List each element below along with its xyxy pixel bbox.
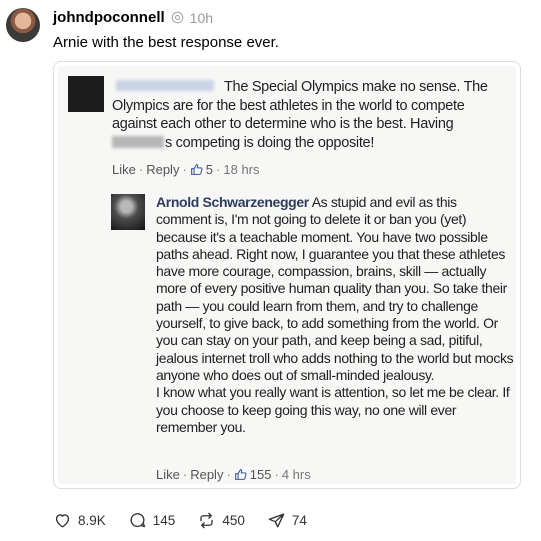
thumbs-up-icon <box>190 164 203 175</box>
comment-reply-link: Reply <box>146 162 180 177</box>
share-count: 74 <box>291 513 307 528</box>
reply-actions: Like · Reply · 155 · 4 hrs <box>156 467 311 482</box>
post-text: Arnie with the best response ever. <box>53 34 279 51</box>
post-header: johndpoconnell 10h <box>53 9 213 26</box>
thumbs-up-icon <box>234 469 247 480</box>
blurred-word <box>112 135 164 148</box>
send-icon <box>268 513 285 528</box>
facebook-comment-screenshot: The Special Olympics make no sense. The … <box>58 66 516 484</box>
username[interactable]: johndpoconnell <box>53 9 165 26</box>
comment-time: 18 hrs <box>223 162 260 177</box>
reply-body-2: I know what you really want is attention… <box>156 384 510 435</box>
comment-count: 145 <box>152 513 176 528</box>
embedded-image[interactable]: The Special Olympics make no sense. The … <box>53 61 521 489</box>
reply-like-link: Like <box>156 467 180 482</box>
reply-body: As stupid and evil as this comment is, I… <box>156 194 514 383</box>
separator-dot: · <box>216 162 221 177</box>
comment-text: The Special Olympics make no sense. The … <box>112 78 512 152</box>
avatar[interactable] <box>6 8 40 42</box>
reply-avatar <box>111 194 145 230</box>
separator-dot: · <box>182 162 187 177</box>
like-button[interactable]: 8.9K <box>53 511 106 530</box>
separator-dot: · <box>182 467 188 482</box>
comment-text-line1: The Special Olympics make no sense. The … <box>112 79 488 132</box>
comment-like-link: Like <box>112 162 136 177</box>
heart-icon <box>55 514 70 528</box>
comment-like-count: 5 <box>205 162 214 177</box>
reply-author: Arnold Schwarzenegger <box>156 194 309 210</box>
reply-text: Arnold Schwarzenegger As stupid and evil… <box>156 194 514 436</box>
reply-time: 4 hrs <box>281 467 311 482</box>
repost-count: 450 <box>222 513 245 528</box>
verified-icon <box>171 11 184 24</box>
comment-text-line2: s competing is doing the opposite! <box>165 134 375 151</box>
comment-icon <box>130 513 145 528</box>
comment-button[interactable]: 145 <box>128 511 176 530</box>
reply-like-count: 155 <box>249 467 272 482</box>
repost-button[interactable]: 450 <box>197 511 245 530</box>
action-bar: 8.9K 145 450 74 <box>53 511 329 530</box>
share-button[interactable]: 74 <box>267 511 307 530</box>
comment-actions: Like · Reply · 5 · 18 hrs <box>112 162 260 177</box>
separator-dot: · <box>274 467 279 482</box>
separator-dot: · <box>226 467 231 482</box>
separator-dot: · <box>138 162 144 177</box>
repost-icon <box>200 512 214 529</box>
commenter-avatar <box>68 76 104 112</box>
reply-reply-link: Reply <box>190 467 224 482</box>
like-count: 8.9K <box>78 513 106 528</box>
post-time: 10h <box>189 9 214 26</box>
